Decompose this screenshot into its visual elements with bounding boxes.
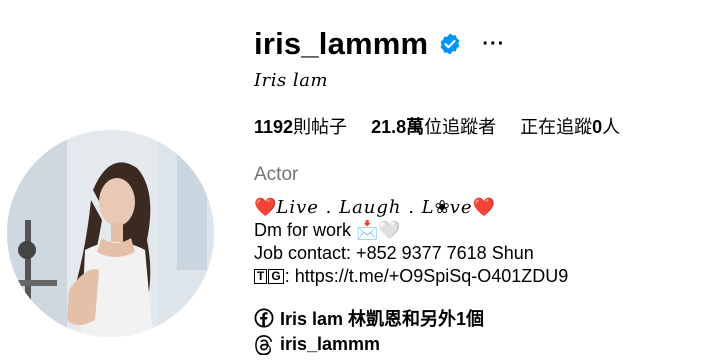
bio-line-3: Job contact: +852 9377 7618 Shun	[254, 243, 534, 263]
following-count: 0	[592, 117, 603, 137]
threads-icon	[254, 334, 274, 355]
bio-line-1: ❤️𝐿𝑖𝑣𝑒 . 𝐿𝑎𝑢𝑔ℎ . 𝐿❀𝑣𝑒❤️	[254, 196, 568, 219]
profile-category: Actor	[254, 164, 299, 185]
posts-count: 1192	[254, 117, 294, 137]
followers-count: 21.8萬	[371, 117, 425, 137]
more-options-icon[interactable]: ···	[482, 34, 505, 54]
boxed-letter-g: G	[268, 269, 284, 284]
profile-avatar[interactable]	[7, 130, 214, 337]
telegram-link[interactable]: : https://t.me/+O9SpiSq-O401ZDU9	[285, 266, 569, 286]
bio-line-2: Dm for work 📩🤍	[254, 220, 401, 240]
name-row: iris_lammm ···	[254, 26, 505, 62]
bio-motto-part1: 𝐿𝑖𝑣𝑒 . 𝐿𝑎𝑢𝑔ℎ . 𝐿	[276, 197, 435, 218]
profile-username: iris_lammm	[254, 26, 429, 61]
heart-icon: ❤️	[254, 197, 277, 217]
avatar-photo	[7, 130, 214, 337]
following-stat[interactable]: 正在追蹤0人	[520, 113, 620, 139]
profile-bio: ❤️𝐿𝑖𝑣𝑒 . 𝐿𝑎𝑢𝑔ℎ . 𝐿❀𝑣𝑒❤️ Dm for work 📩🤍 J…	[254, 196, 568, 288]
posts-label: 則帖子	[293, 117, 348, 137]
threads-link-text: iris_lammm	[280, 334, 381, 354]
followers-stat[interactable]: 21.8萬位追蹤者	[371, 113, 496, 139]
profile-info: iris_lammm ··· Iris lam 1192則帖子 21.8萬位追蹤…	[254, 0, 706, 361]
facebook-icon	[254, 308, 274, 328]
heart-icon: ❤️	[472, 197, 495, 217]
profile-stats: 1192則帖子 21.8萬位追蹤者 正在追蹤0人	[254, 113, 644, 139]
verified-badge-icon	[438, 32, 462, 56]
flower-icon: ❀	[434, 197, 450, 217]
facebook-link-text: Iris lam 林凱恩和另外1個	[280, 309, 485, 329]
following-suffix: 人	[602, 117, 621, 137]
facebook-link[interactable]: Iris lam 林凱恩和另外1個	[254, 305, 484, 331]
bio-motto-part2: 𝑣𝑒	[449, 197, 473, 218]
posts-stat[interactable]: 1192則帖子	[254, 113, 347, 139]
followers-label: 位追蹤者	[424, 117, 497, 137]
profile-full-name: Iris lam	[254, 70, 328, 91]
threads-link[interactable]: iris_lammm	[254, 334, 380, 355]
bio-line-4[interactable]: TG: https://t.me/+O9SpiSq-O401ZDU9	[254, 265, 568, 288]
boxed-letter-t: T	[254, 269, 268, 284]
following-prefix: 正在追蹤	[520, 117, 593, 137]
